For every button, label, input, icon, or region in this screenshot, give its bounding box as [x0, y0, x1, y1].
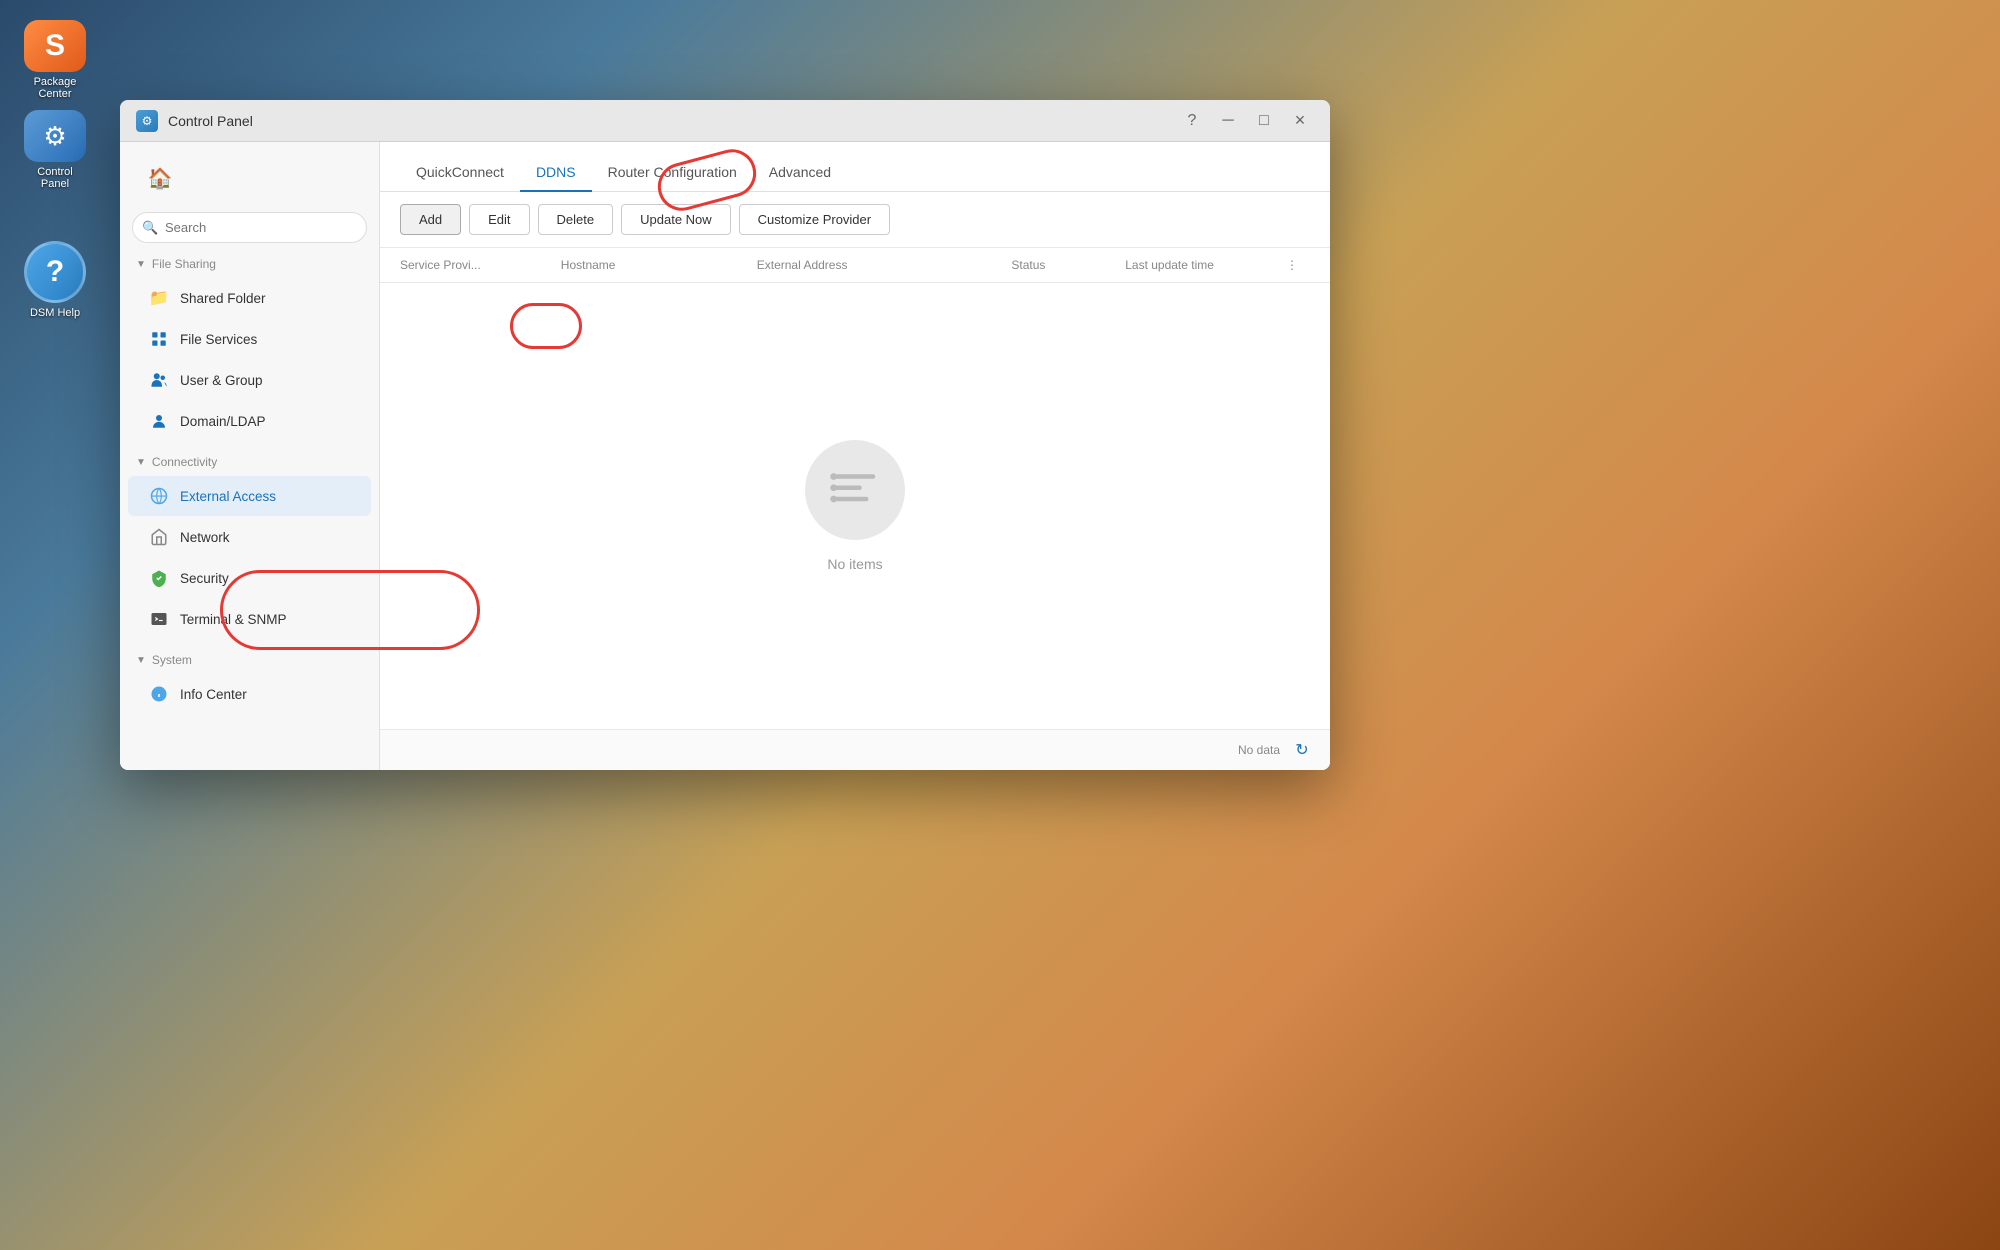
sidebar-section-system-label: System	[152, 653, 192, 667]
sidebar-item-security-label: Security	[180, 571, 229, 586]
control-panel-window: ⚙ Control Panel ? ─ □ × 🏠 🔍	[120, 100, 1330, 770]
sidebar-section-connectivity-header[interactable]: ▼ Connectivity	[120, 449, 379, 475]
window-title: Control Panel	[168, 113, 1178, 129]
search-input[interactable]	[132, 212, 367, 243]
sidebar-item-user-group-label: User & Group	[180, 373, 263, 388]
tab-ddns[interactable]: DDNS	[520, 154, 592, 192]
sidebar-section-system-header[interactable]: ▼ System	[120, 647, 379, 673]
dock: S PackageCenter ⚙ ControlPanel ? DSM Hel…	[0, 0, 110, 1250]
titlebar: ⚙ Control Panel ? ─ □ ×	[120, 100, 1330, 142]
dock-label-control-panel: ControlPanel	[37, 166, 72, 190]
toolbar: Add Edit Delete Update Now Customize Pro…	[380, 192, 1330, 248]
sidebar-section-file-sharing-header[interactable]: ▼ File Sharing	[120, 251, 379, 277]
col-external-header: External Address	[757, 258, 992, 272]
sidebar: 🏠 🔍 ▼ File Sharing 📁 Shared Folder	[120, 142, 380, 770]
sidebar-item-shared-folder[interactable]: 📁 Shared Folder	[128, 278, 371, 318]
dock-label-synology: PackageCenter	[34, 76, 77, 100]
terminal-icon	[148, 608, 170, 630]
add-button[interactable]: Add	[400, 204, 461, 235]
update-now-button[interactable]: Update Now	[621, 204, 731, 235]
chevron-down-icon-3: ▼	[136, 655, 146, 666]
table-header: Service Provi... Hostname External Addre…	[380, 248, 1330, 283]
search-icon: 🔍	[142, 220, 158, 236]
file-services-icon	[148, 328, 170, 350]
dock-item-synology[interactable]: S PackageCenter	[15, 20, 95, 100]
delete-button[interactable]: Delete	[538, 204, 614, 235]
sidebar-item-terminal-label: Terminal & SNMP	[180, 612, 287, 627]
sidebar-section-file-sharing-label: File Sharing	[152, 257, 216, 271]
refresh-button[interactable]: ↻	[1290, 738, 1314, 762]
footer: No data ↻	[380, 729, 1330, 770]
main-content: QuickConnect DDNS Router Configuration A…	[380, 142, 1330, 770]
edit-button[interactable]: Edit	[469, 204, 529, 235]
sidebar-item-terminal-snmp[interactable]: Terminal & SNMP	[128, 599, 371, 639]
sidebar-item-info-center[interactable]: Info Center	[128, 674, 371, 714]
sidebar-item-shared-folder-label: Shared Folder	[180, 291, 266, 306]
chevron-down-icon-2: ▼	[136, 457, 146, 468]
sidebar-item-network-label: Network	[180, 530, 230, 545]
sidebar-item-domain-ldap[interactable]: Domain/LDAP	[128, 401, 371, 441]
minimize-button[interactable]: ─	[1214, 107, 1242, 135]
sidebar-item-info-center-label: Info Center	[180, 687, 247, 702]
no-data-label: No data	[1238, 743, 1280, 757]
help-button[interactable]: ?	[1178, 107, 1206, 135]
tab-router[interactable]: Router Configuration	[592, 154, 753, 192]
window-body: 🏠 🔍 ▼ File Sharing 📁 Shared Folder	[120, 142, 1330, 770]
security-icon	[148, 567, 170, 589]
sidebar-search-container: 🔍	[132, 212, 367, 243]
sidebar-section-connectivity: ▼ Connectivity External Access Netwo	[120, 449, 379, 639]
col-status-header: Status	[1011, 258, 1105, 272]
tab-quickconnect[interactable]: QuickConnect	[400, 154, 520, 192]
empty-icon	[805, 440, 905, 540]
sidebar-section-connectivity-label: Connectivity	[152, 455, 217, 469]
customize-provider-button[interactable]: Customize Provider	[739, 204, 890, 235]
sidebar-item-file-services[interactable]: File Services	[128, 319, 371, 359]
chevron-down-icon: ▼	[136, 259, 146, 270]
user-group-icon	[148, 369, 170, 391]
dock-label-dsm-help: DSM Help	[30, 307, 80, 319]
external-access-icon	[148, 485, 170, 507]
sidebar-item-external-access-label: External Access	[180, 489, 276, 504]
col-hostname-header: Hostname	[561, 258, 737, 272]
sidebar-section-file-sharing: ▼ File Sharing 📁 Shared Folder File Serv…	[120, 251, 379, 441]
dock-item-dsm-help[interactable]: ? DSM Help	[15, 240, 95, 320]
col-more-header: ⋮	[1286, 258, 1310, 272]
tabs-bar: QuickConnect DDNS Router Configuration A…	[380, 142, 1330, 192]
sidebar-item-network[interactable]: Network	[128, 517, 371, 557]
tab-advanced[interactable]: Advanced	[753, 154, 847, 192]
network-icon	[148, 526, 170, 548]
titlebar-icon: ⚙	[136, 110, 158, 132]
maximize-button[interactable]: □	[1250, 107, 1278, 135]
window-controls: ? ─ □ ×	[1178, 107, 1314, 135]
desktop: S PackageCenter ⚙ ControlPanel ? DSM Hel…	[0, 0, 2000, 1250]
sidebar-section-system: ▼ System Info Center	[120, 647, 379, 714]
close-button[interactable]: ×	[1286, 107, 1314, 135]
empty-text: No items	[827, 556, 882, 572]
dock-item-control-panel[interactable]: ⚙ ControlPanel	[15, 110, 95, 190]
sidebar-item-file-services-label: File Services	[180, 332, 257, 347]
list-icon	[828, 463, 882, 517]
info-center-icon	[148, 683, 170, 705]
sidebar-item-domain-label: Domain/LDAP	[180, 414, 266, 429]
domain-icon	[148, 410, 170, 432]
col-service-header: Service Provi...	[400, 258, 541, 272]
sidebar-item-external-access[interactable]: External Access	[128, 476, 371, 516]
sidebar-home-button[interactable]: 🏠	[128, 152, 371, 204]
shared-folder-icon: 📁	[148, 287, 170, 309]
home-icon: 🏠	[144, 162, 176, 194]
col-updated-header: Last update time	[1125, 258, 1266, 272]
empty-state: No items	[380, 283, 1330, 729]
sidebar-item-security[interactable]: Security	[128, 558, 371, 598]
sidebar-item-user-group[interactable]: User & Group	[128, 360, 371, 400]
